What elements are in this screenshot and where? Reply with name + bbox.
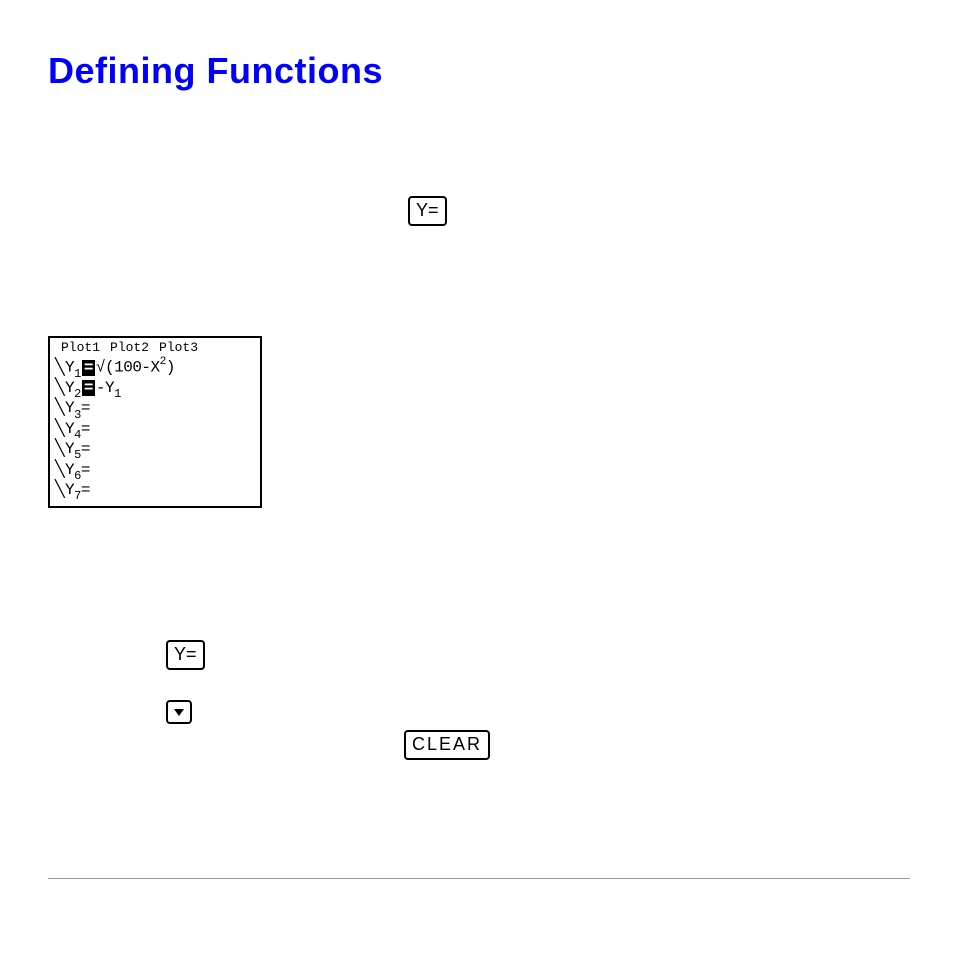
- footer-divider: [48, 878, 910, 879]
- down-arrow-key: [166, 700, 192, 724]
- plot2-label: Plot2: [110, 341, 149, 355]
- page-title: Defining Functions: [48, 50, 906, 92]
- calc-line-y6: ╲Y6=: [55, 462, 255, 482]
- calc-line-y7: ╲Y7=: [55, 482, 255, 502]
- calc-line-y4: ╲Y4=: [55, 421, 255, 441]
- clear-key: CLEAR: [404, 730, 490, 760]
- calc-plot-header: Plot1 Plot2 Plot3: [55, 341, 255, 355]
- plot1-label: Plot1: [61, 341, 100, 355]
- calc-line-y5: ╲Y5=: [55, 441, 255, 461]
- calc-line-y3: ╲Y3=: [55, 400, 255, 420]
- calc-line-y1: ╲Y1=√(100-X2): [55, 357, 255, 380]
- y-equals-key: Y=: [166, 640, 205, 670]
- calculator-screen: Plot1 Plot2 Plot3 ╲Y1=√(100-X2) ╲Y2=-Y1 …: [48, 336, 262, 508]
- y-equals-key: Y=: [408, 196, 447, 226]
- down-triangle-icon: [174, 709, 184, 716]
- calc-line-y2: ╲Y2=-Y1: [55, 380, 255, 400]
- plot3-label: Plot3: [159, 341, 198, 355]
